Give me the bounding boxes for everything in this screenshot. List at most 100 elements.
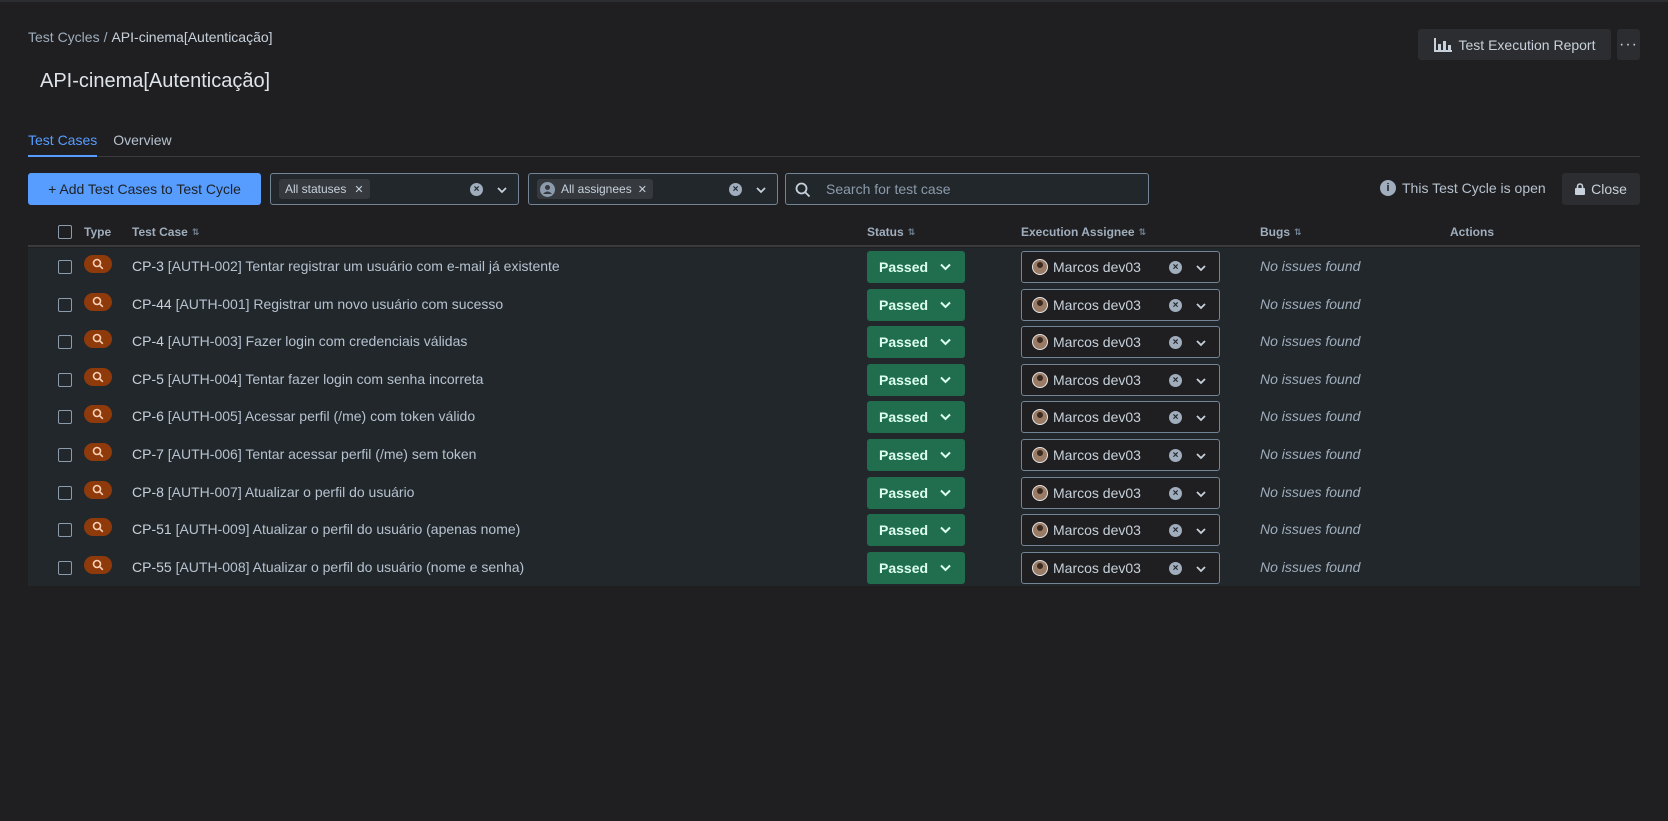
chevron-down-icon [940,489,951,496]
assignee-select[interactable]: Marcos dev03 × [1021,401,1220,434]
test-case-link[interactable]: CP-51 [AUTH-009] Atualizar o perfil do u… [132,521,520,537]
row-checkbox[interactable] [58,523,72,538]
test-case-key: CP-55 [132,558,172,575]
table-row: CP-4 [AUTH-003] Fazer login com credenci… [28,323,1640,361]
test-case-key: CP-51 [132,521,172,538]
chevron-down-icon[interactable] [497,185,507,195]
search-icon [92,258,104,270]
row-checkbox[interactable] [58,560,72,575]
column-test-case[interactable]: Test Case ⇅ [132,225,199,239]
clear-icon[interactable]: × [1169,524,1182,538]
assignee-select[interactable]: Marcos dev03 × [1021,438,1220,471]
bugs-status: No issues found [1260,558,1361,575]
chevron-down-icon[interactable] [1196,301,1206,311]
status-dropdown[interactable]: Passed [867,326,965,359]
status-dropdown[interactable]: Passed [867,551,965,584]
assignee-select[interactable]: Marcos dev03 × [1021,326,1220,359]
test-case-link[interactable]: CP-8 [AUTH-007] Atualizar o perfil do us… [132,484,414,500]
clear-icon[interactable]: × [470,183,483,196]
chevron-down-icon[interactable] [1196,489,1206,499]
table-row: CP-5 [AUTH-004] Tentar fazer login com s… [28,360,1640,399]
avatar [1032,559,1048,576]
chevron-down-icon[interactable] [756,185,766,195]
sort-icon: ⇅ [1294,226,1302,237]
column-bugs[interactable]: Bugs ⇅ [1260,225,1302,239]
chevron-down-icon[interactable] [1196,413,1206,423]
test-case-type-badge [84,480,112,499]
assignee-select[interactable]: Marcos dev03 × [1021,251,1220,283]
chevron-down-icon[interactable] [1196,338,1206,348]
assignee-name: Marcos dev03 [1053,371,1141,388]
row-checkbox[interactable] [58,485,72,500]
test-execution-report-button[interactable]: Test Execution Report [1418,29,1611,60]
user-icon [540,181,555,197]
select-all-checkbox[interactable] [58,225,72,239]
bugs-status: No issues found [1260,408,1361,425]
test-case-link[interactable]: CP-44 [AUTH-001] Registrar um novo usuár… [132,296,503,312]
bugs-status: No issues found [1260,483,1361,500]
status-dropdown[interactable]: Passed [867,438,965,471]
assignee-select[interactable]: Marcos dev03 × [1021,514,1220,547]
clear-icon[interactable]: × [1169,448,1182,462]
status-label: Passed [879,522,929,539]
search-icon [92,409,104,420]
chevron-down-icon[interactable] [1196,564,1206,574]
status-label: Passed [879,371,929,388]
cycle-open-label: This Test Cycle is open [1402,180,1546,196]
breadcrumb-parent-link[interactable]: Test Cycles [28,29,100,45]
chevron-down-icon[interactable] [1196,376,1206,386]
assignee-select[interactable]: Marcos dev03 × [1021,363,1220,396]
test-case-link[interactable]: CP-3 [AUTH-002] Tentar registrar um usuá… [132,258,560,274]
clear-icon[interactable]: × [1169,561,1182,575]
report-button-label: Test Execution Report [1458,36,1596,53]
test-case-link[interactable]: CP-4 [AUTH-003] Fazer login com credenci… [132,333,467,349]
status-dropdown[interactable]: Passed [867,514,965,547]
clear-icon[interactable]: × [1169,298,1182,312]
table-row: CP-6 [AUTH-005] Acessar perfil (/me) com… [28,398,1640,436]
row-checkbox[interactable] [58,297,72,312]
clear-icon[interactable]: × [729,183,742,196]
status-dropdown[interactable]: Passed [867,363,965,396]
column-execution-assignee[interactable]: Execution Assignee ⇅ [1021,225,1146,239]
chevron-down-icon[interactable] [1196,526,1206,536]
clear-icon[interactable]: × [1169,411,1182,425]
clear-icon[interactable]: × [1169,336,1182,350]
status-dropdown[interactable]: Passed [867,401,965,434]
status-filter-select[interactable]: All statuses ✕ × [270,173,519,205]
status-dropdown[interactable]: Passed [867,288,965,321]
test-case-title: [AUTH-001] Registrar um novo usuário com… [175,295,504,312]
tab-test-cases[interactable]: Test Cases [28,132,98,157]
test-case-link[interactable]: CP-55 [AUTH-008] Atualizar o perfil do u… [132,559,524,575]
add-test-cases-button[interactable]: + Add Test Cases to Test Cycle [28,173,261,205]
assignee-select[interactable]: Marcos dev03 × [1021,476,1220,509]
row-checkbox[interactable] [58,447,72,462]
clear-icon[interactable]: × [1169,261,1182,274]
status-label: Passed [879,446,929,463]
more-actions-button[interactable]: ··· [1617,29,1640,60]
column-status[interactable]: Status ⇅ [867,225,915,239]
status-dropdown[interactable]: Passed [867,476,965,509]
chevron-down-icon [940,376,951,384]
assignee-filter-select[interactable]: All assignees ✕ × [528,173,778,205]
test-case-link[interactable]: CP-5 [AUTH-004] Tentar fazer login com s… [132,371,483,387]
search-input[interactable] [826,181,1126,197]
chip-remove-icon[interactable]: ✕ [638,183,647,196]
close-cycle-button[interactable]: Close [1562,173,1640,205]
assignee-select[interactable]: Marcos dev03 × [1021,288,1220,321]
tab-overview[interactable]: Overview [113,132,171,157]
row-checkbox[interactable] [58,410,72,425]
clear-icon[interactable]: × [1169,486,1182,500]
clear-icon[interactable]: × [1169,373,1182,387]
chevron-down-icon[interactable] [1196,263,1206,273]
row-checkbox[interactable] [58,335,72,350]
test-case-link[interactable]: CP-6 [AUTH-005] Acessar perfil (/me) com… [132,408,475,424]
test-case-type-badge [84,292,112,311]
search-icon [92,371,104,383]
chevron-down-icon[interactable] [1196,451,1206,461]
row-checkbox[interactable] [58,260,72,274]
status-dropdown[interactable]: Passed [867,251,965,283]
assignee-select[interactable]: Marcos dev03 × [1021,551,1220,584]
test-case-link[interactable]: CP-7 [AUTH-006] Tentar acessar perfil (/… [132,446,476,462]
row-checkbox[interactable] [58,372,72,387]
chip-remove-icon[interactable]: ✕ [354,183,363,196]
